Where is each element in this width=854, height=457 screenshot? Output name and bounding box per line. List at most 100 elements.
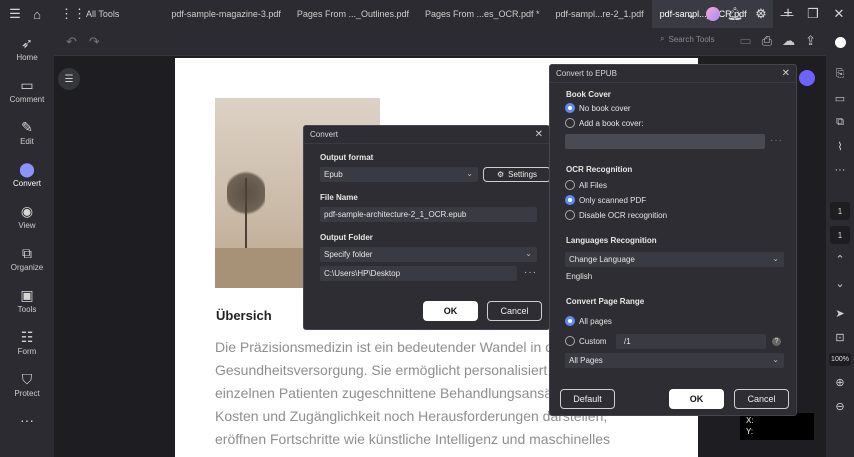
browse-icon[interactable]: ··· — [524, 267, 537, 278]
all-tools-tab[interactable]: All Tools — [84, 0, 127, 28]
coordinate-readout: X: Y: — [740, 413, 814, 440]
ocr-label: OCR Recognition — [566, 165, 633, 174]
more-icon[interactable]: ··· — [0, 406, 54, 436]
comment-icon: ▭ — [20, 77, 34, 93]
output-folder-label: Output Folder — [320, 233, 373, 242]
assistant-icon[interactable] — [826, 30, 854, 54]
restore-icon[interactable]: ❐ — [802, 3, 824, 25]
sidebar-item-convert[interactable]: ⬤ Convert — [0, 154, 54, 196]
ok-button[interactable]: OK — [423, 301, 478, 321]
page-range-label: Convert Page Range — [566, 297, 645, 306]
tab-doc-2[interactable]: Pages From ..._Outlines.pdf — [289, 0, 417, 28]
all-pages-radio[interactable]: All pages — [565, 316, 612, 326]
upload-cloud-icon[interactable]: ☁ — [782, 33, 795, 49]
redo-icon[interactable]: ↷ — [89, 34, 100, 50]
left-sidebar: ➶ Home ▭ Comment ✎ Edit ⬤ Convert ◉ View ⧉ Org… — [0, 28, 54, 457]
tab-doc-4[interactable]: pdf-sampl...re-2_1.pdf — [548, 0, 652, 28]
minimize-icon[interactable]: — — [776, 3, 798, 25]
sidebar-item-form[interactable]: ☷ Form — [0, 322, 54, 364]
chevron-down-icon[interactable]: ⌄ — [826, 271, 854, 295]
edit-icon: ✎ — [21, 119, 33, 135]
close-icon[interactable]: ✕ — [828, 3, 850, 25]
browse-icon[interactable]: ··· — [770, 135, 783, 146]
add-book-cover-radio[interactable]: Add a book cover: — [565, 118, 643, 128]
filter-icon[interactable]: ☰ — [58, 68, 80, 90]
pages-subset-select[interactable]: All Pages ⌄ — [565, 353, 784, 368]
attachment-icon[interactable]: ⌇ — [826, 134, 854, 158]
file-name-label: File Name — [320, 193, 358, 202]
book-cover-label: Book Cover — [566, 90, 611, 99]
epub-badge-icon — [799, 70, 815, 86]
search-icon: ⌕ — [660, 34, 665, 43]
tab-doc-1[interactable]: pdf-sample-magazine-3.pdf — [163, 0, 289, 28]
close-icon[interactable]: ✕ — [782, 68, 790, 79]
chevron-up-icon[interactable]: ⌃ — [826, 247, 854, 271]
sidebar-item-view[interactable]: ◉ View — [0, 196, 54, 238]
chevron-down-icon: ⌄ — [466, 169, 473, 178]
home-icon[interactable]: ⌂ — [26, 3, 48, 25]
chevron-down-icon: ⌄ — [772, 355, 779, 364]
no-book-cover-radio[interactable]: No book cover — [565, 103, 631, 113]
language-select[interactable]: Change Language ⌄ — [565, 252, 784, 267]
page-current[interactable]: 1 — [830, 202, 850, 220]
close-icon[interactable]: ✕ — [535, 129, 543, 140]
save-icon[interactable]: ▭ — [739, 33, 751, 49]
folder-path-input[interactable]: C:\Users\HP\Desktop — [320, 266, 517, 281]
bell-icon[interactable]: 🔔︎ — [724, 3, 746, 25]
select-icon[interactable]: ➤ — [826, 301, 854, 325]
shield-icon: ⛉ — [21, 371, 33, 387]
sidebar-item-comment[interactable]: ▭ Comment — [0, 70, 54, 112]
epub-dialog-title: Convert to EPUB — [550, 65, 796, 83]
tab-doc-3[interactable]: Pages From ...es_OCR.pdf * — [417, 0, 548, 28]
language-value: English — [566, 272, 593, 281]
ocr-all-files-radio[interactable]: All Files — [565, 180, 607, 190]
custom-range-radio[interactable]: Custom — [565, 336, 607, 346]
share-icon[interactable]: ⇪ — [805, 33, 816, 49]
toolbox-icon: ▣ — [20, 287, 34, 303]
right-sidebar: ⎘ ▭ ⧉ ⌇ ··· 1 1 ⌃ ⌄ ➤ ⊡ 100% ⊕ ⊖ — [826, 28, 854, 457]
menu-icon[interactable]: ☰ — [4, 3, 26, 25]
output-format-label: Output format — [320, 153, 374, 162]
avatar[interactable] — [706, 7, 720, 21]
eye-icon: ◉ — [20, 203, 34, 219]
page-heading: Übersich — [216, 308, 272, 323]
ocr-disable-radio[interactable]: Disable OCR recognition — [565, 210, 667, 220]
more-panel-icon[interactable]: ··· — [826, 158, 854, 182]
custom-range-input[interactable]: /1 — [616, 334, 766, 349]
search-tools[interactable]: ⌕ Search Tools — [660, 34, 715, 44]
sidebar-item-organize[interactable]: ⧉ Organize — [0, 238, 54, 280]
sidebar-item-home[interactable]: ➶ Home — [0, 28, 54, 70]
gear-icon[interactable]: ⚙ — [750, 3, 772, 25]
book-cover-path-input[interactable] — [565, 134, 765, 149]
cancel-button[interactable]: Cancel — [487, 301, 542, 321]
settings-button[interactable]: ⚙ Settings — [483, 167, 551, 182]
undo-icon[interactable]: ↶ — [66, 34, 77, 50]
pages-icon[interactable]: ⧉ — [826, 110, 854, 134]
fit-page-icon[interactable]: ⊡ — [826, 325, 854, 349]
gear-icon: ⚙ — [496, 170, 505, 179]
print-icon[interactable]: ⎙ — [762, 33, 772, 49]
file-name-input[interactable]: pdf-sample-architecture-2_1_OCR.epub — [320, 207, 537, 222]
help-icon[interactable]: ? — [772, 337, 781, 346]
zoom-in-icon[interactable]: ⊕ — [826, 370, 854, 394]
zoom-out-icon[interactable]: ⊖ — [826, 394, 854, 418]
toolbar: ↶ ↷ ⌕ Search Tools ▭ ⎙ ☁ ⇪ — [54, 28, 826, 56]
chevron-down-icon[interactable]: ⌄ — [680, 3, 702, 25]
ok-button[interactable]: OK — [669, 389, 724, 409]
sidebar-item-edit[interactable]: ✎ Edit — [0, 112, 54, 154]
default-button[interactable]: Default — [560, 389, 615, 409]
cancel-button[interactable]: Cancel — [734, 389, 789, 409]
ocr-only-scanned-radio[interactable]: Only scanned PDF — [565, 195, 646, 205]
sidebar-item-protect[interactable]: ⛉ Protect — [0, 364, 54, 406]
sidebar-item-tools[interactable]: ▣ Tools — [0, 280, 54, 322]
output-format-select[interactable]: Epub ⌄ — [320, 167, 478, 182]
bookmark-icon[interactable]: ⎘ — [826, 62, 854, 86]
comment-panel-icon[interactable]: ▭ — [826, 86, 854, 110]
convert-dialog-title: Convert — [304, 126, 549, 144]
form-icon: ☷ — [20, 329, 34, 345]
grid-icon[interactable]: ⋮⋮ — [60, 3, 86, 25]
zoom-level[interactable]: 100% — [829, 353, 851, 366]
convert-dialog: Convert ✕ Output format Epub ⌄ ⚙ Settings … — [303, 125, 551, 330]
organize-icon: ⧉ — [22, 245, 32, 261]
output-folder-select[interactable]: Specify folder ⌄ — [320, 247, 537, 262]
